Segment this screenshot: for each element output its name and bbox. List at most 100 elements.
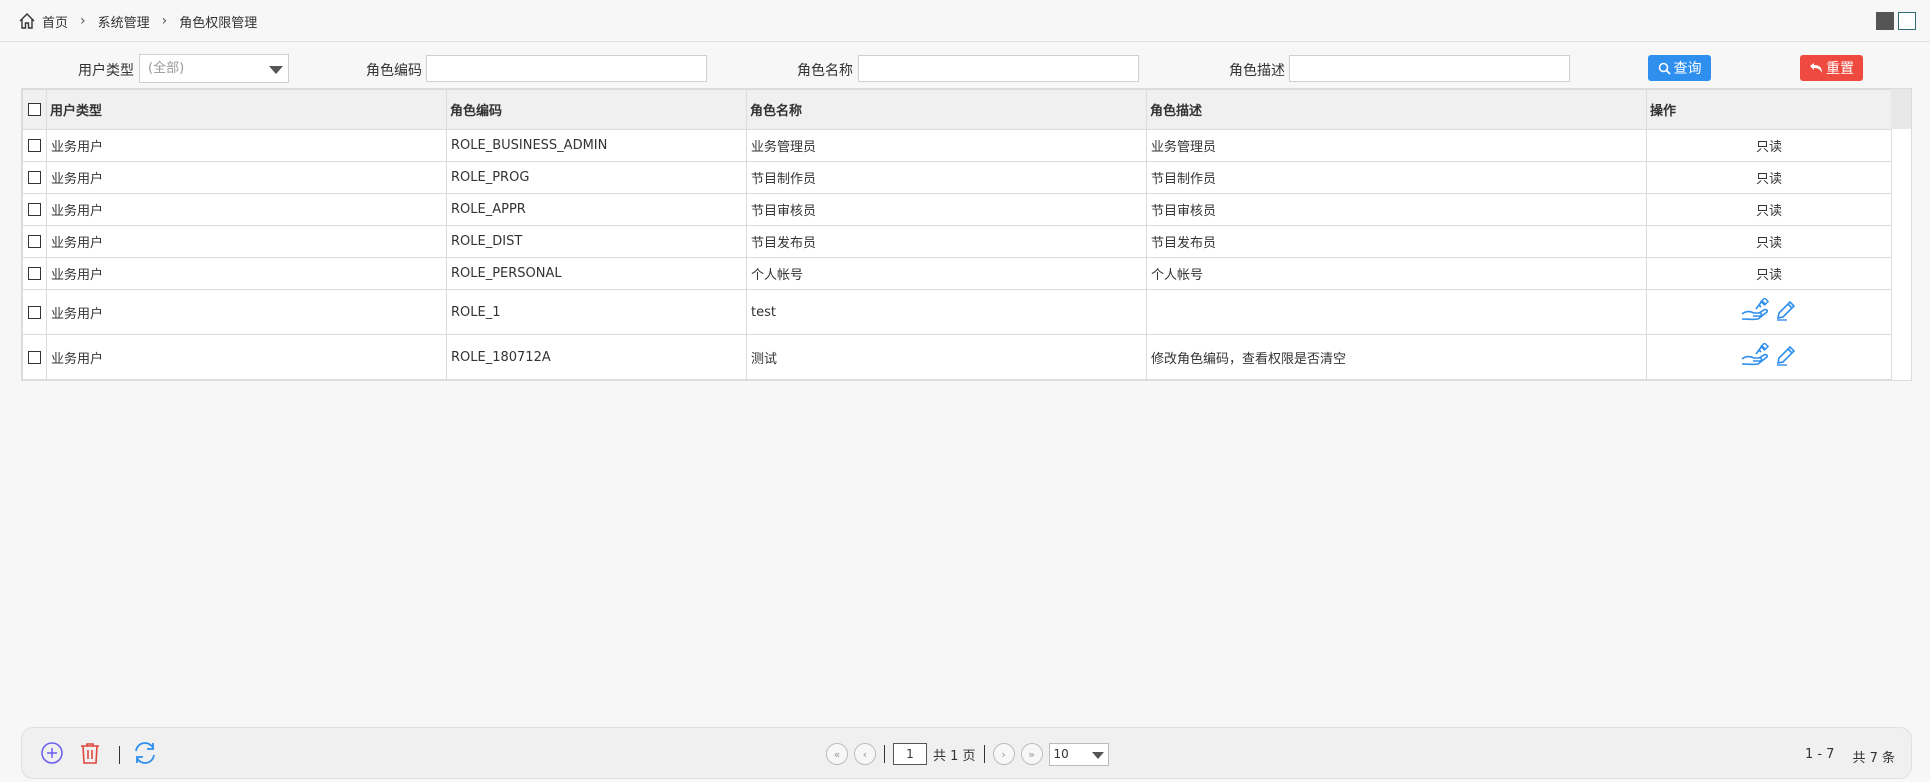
cell-role-desc: 节目制作员 [1146,161,1647,194]
user-type-select[interactable]: (全部) [139,54,289,83]
cell-role-desc: 节目审核员 [1146,193,1647,226]
cell-role-name: 测试 [746,334,1147,380]
home-icon[interactable] [18,12,36,30]
cell-operation: 只读 [1646,193,1892,226]
row-checkbox[interactable] [28,171,41,184]
record-range: 1 - 7 共 7 条 [1805,747,1895,766]
table-footer: « ‹ 1 共 1 页 › » 10 1 - 7 共 7 条 [21,727,1912,779]
cell-user-type: 业务用户 [46,334,447,380]
table-row[interactable]: 业务用户 ROLE_PERSONAL 个人帐号 个人帐号 只读 [22,257,1892,290]
scrollbar[interactable] [1891,89,1911,129]
caret-down-icon [1091,751,1104,759]
first-page-icon[interactable]: « [826,743,848,765]
footer-divider [119,746,120,764]
page-size-select[interactable]: 10 [1048,742,1109,766]
cell-role-desc: 业务管理员 [1146,129,1647,162]
row-checkbox[interactable] [28,267,41,280]
add-button[interactable] [39,740,65,766]
select-all-checkbox[interactable] [28,103,41,116]
cell-user-type: 业务用户 [46,225,447,258]
role-table: 用户类型 角色编码 角色名称 角色描述 操作 业务用户 ROLE_BUSINES… [21,88,1912,381]
cell-role-name: 节目制作员 [746,161,1147,194]
assign-permission-icon[interactable] [1740,343,1770,367]
breadcrumb-home[interactable]: 首页 [42,12,68,31]
page-total: 共 1 页 [933,748,976,764]
cell-role-name: 节目审核员 [746,193,1147,226]
row-checkbox-cell [22,289,47,335]
row-checkbox[interactable] [28,203,41,216]
pager-divider [884,745,885,763]
pagination: « ‹ 1 共 1 页 › » 10 [826,740,1109,768]
filter-bar: 用户类型 (全部) 角色编码 角色名称 角色描述 查询 重置 [0,54,1930,84]
cell-role-name: 节目发布员 [746,225,1147,258]
cell-operation: 只读 [1646,257,1892,290]
table-row[interactable]: 业务用户 ROLE_180712A 测试 修改角色编码，查看权限是否清空 [22,334,1892,380]
layout-light-square[interactable] [1898,12,1916,30]
delete-icon [81,743,99,764]
row-checkbox[interactable] [28,305,41,319]
add-icon [41,742,63,764]
select-all-cell [22,89,47,130]
page-size-value: 10 [1053,746,1069,761]
user-type-label: 用户类型 [78,63,134,79]
cell-role-desc: 个人帐号 [1146,257,1647,290]
cell-role-code: ROLE_PERSONAL [446,257,747,290]
header-divider [0,41,1930,42]
assign-permission-icon[interactable] [1740,298,1770,322]
refresh-icon [135,742,155,764]
row-checkbox[interactable] [28,139,41,152]
last-page-icon[interactable]: » [1020,743,1043,765]
user-type-value: (全部) [148,61,185,76]
layout-toggle [1876,12,1916,30]
total-count: 共 7 条 [1852,751,1895,766]
search-icon [1658,62,1671,75]
cell-role-code: ROLE_BUSINESS_ADMIN [446,129,747,162]
caret-down-icon [269,66,283,74]
table-row[interactable]: 业务用户 ROLE_APPR 节目审核员 节目审核员 只读 [22,193,1892,226]
chevron-right-icon: › [161,13,168,29]
chevron-right-icon: › [80,13,86,29]
cell-operation: 只读 [1646,129,1892,162]
role-code-input[interactable] [426,55,707,82]
table-row[interactable]: 业务用户 ROLE_BUSINESS_ADMIN 业务管理员 业务管理员 只读 [22,129,1892,162]
header-user-type[interactable]: 用户类型 [46,89,447,130]
cell-user-type: 业务用户 [46,257,447,290]
search-button[interactable]: 查询 [1648,55,1711,81]
edit-icon[interactable] [1774,298,1798,322]
layout-dark-square[interactable] [1876,12,1894,30]
edit-icon[interactable] [1774,343,1798,367]
breadcrumb-system[interactable]: 系统管理 [98,12,150,31]
role-code-label: 角色编码 [366,63,422,79]
cell-operation [1646,334,1892,380]
next-page-icon[interactable]: › [992,743,1015,765]
table-row[interactable]: 业务用户 ROLE_1 test [22,289,1892,335]
row-checkbox-cell [22,225,47,258]
page-number-input[interactable]: 1 [893,743,927,765]
cell-user-type: 业务用户 [46,289,447,335]
reset-button-label: 重置 [1826,61,1854,77]
table-row[interactable]: 业务用户 ROLE_DIST 节目发布员 节目发布员 只读 [22,225,1892,258]
delete-button[interactable] [77,740,103,766]
row-checkbox[interactable] [28,235,41,248]
cell-role-desc: 节目发布员 [1146,225,1647,258]
header-role-desc[interactable]: 角色描述 [1146,89,1647,130]
refresh-button[interactable] [132,740,158,766]
row-checkbox[interactable] [28,350,41,364]
header-role-code[interactable]: 角色编码 [446,89,747,130]
breadcrumb: 首页 › 系统管理 › 角色权限管理 [18,10,257,32]
role-name-input[interactable] [858,55,1139,82]
cell-user-type: 业务用户 [46,193,447,226]
cell-operation: 只读 [1646,225,1892,258]
reset-button[interactable]: 重置 [1800,55,1863,81]
role-desc-input[interactable] [1289,55,1570,82]
cell-role-desc [1146,289,1647,335]
breadcrumb-current: 角色权限管理 [179,15,258,31]
pager-divider [983,745,985,763]
prev-page-icon[interactable]: ‹ [854,743,876,765]
cell-user-type: 业务用户 [46,161,447,194]
header-role-name[interactable]: 角色名称 [746,89,1147,130]
cell-role-code: ROLE_PROG [446,161,747,194]
role-name-label: 角色名称 [797,63,853,79]
table-row[interactable]: 业务用户 ROLE_PROG 节目制作员 节目制作员 只读 [22,161,1892,194]
row-checkbox-cell [22,161,47,194]
